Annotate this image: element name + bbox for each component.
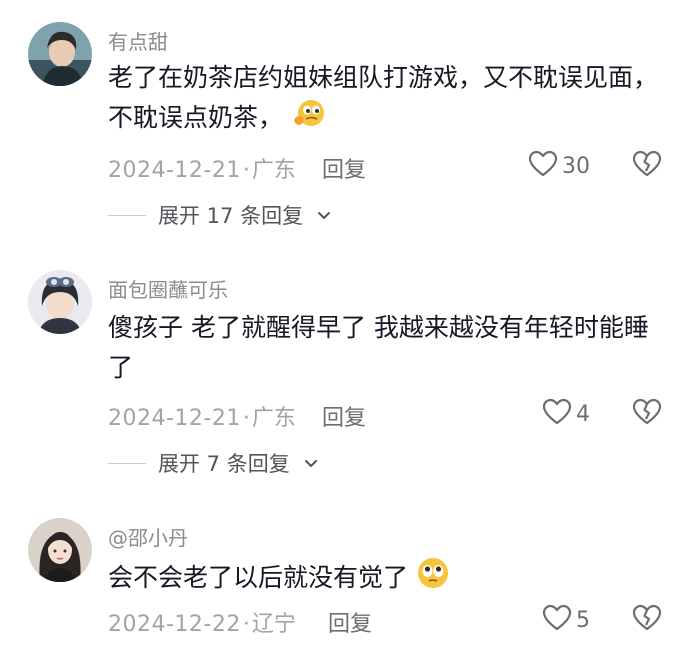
expand-divider bbox=[108, 214, 146, 216]
expand-replies[interactable]: 展开 17 条回复 bbox=[108, 200, 331, 230]
avatar[interactable] bbox=[28, 270, 92, 334]
thinking-face-emoji bbox=[291, 98, 327, 140]
comment-location: 广东 bbox=[251, 158, 296, 183]
comment-text: 会不会老了以后就没有觉了 bbox=[108, 556, 668, 602]
broken-heart-icon bbox=[632, 150, 662, 182]
comment-meta: 2024-12-21·广东 bbox=[108, 152, 296, 184]
comment-item: @邵小丹 会不会老了以后就没有觉了 2024-12-22·辽宁 回复 5 bbox=[0, 490, 690, 652]
like-button[interactable]: 4 bbox=[542, 398, 590, 430]
pleading-face-emoji bbox=[416, 556, 450, 602]
avatar[interactable] bbox=[28, 22, 92, 86]
like-button[interactable]: 5 bbox=[542, 604, 590, 636]
like-count: 30 bbox=[562, 153, 590, 179]
dislike-button[interactable] bbox=[632, 150, 662, 182]
broken-heart-icon bbox=[632, 398, 662, 430]
heart-icon bbox=[542, 398, 572, 430]
expand-divider bbox=[108, 462, 146, 464]
comment-date: 2024-12-21 bbox=[108, 406, 241, 431]
chevron-down-icon bbox=[304, 454, 318, 473]
heart-icon bbox=[542, 604, 572, 636]
username[interactable]: 有点甜 bbox=[108, 26, 168, 55]
expand-replies-label: 展开 7 条回复 bbox=[158, 452, 290, 476]
meta-separator: · bbox=[242, 406, 250, 431]
comment-text: 老了在奶茶店约姐妹组队打游戏，又不耽误见面，不耽误点奶茶， bbox=[108, 58, 668, 140]
comment-item: 面包圈蘸可乐 傻孩子 老了就醒得早了 我越来越没有年轻时能睡了 2024-12-… bbox=[0, 240, 690, 490]
avatar[interactable] bbox=[28, 518, 92, 582]
reply-button[interactable]: 回复 bbox=[328, 606, 372, 638]
broken-heart-icon bbox=[632, 604, 662, 636]
like-count: 5 bbox=[576, 607, 590, 633]
reply-button[interactable]: 回复 bbox=[322, 152, 366, 184]
heart-icon bbox=[528, 150, 558, 182]
dislike-button[interactable] bbox=[632, 604, 662, 636]
comment-text-body: 会不会老了以后就没有觉了 bbox=[108, 563, 409, 592]
meta-separator: · bbox=[242, 612, 250, 637]
comment-meta: 2024-12-21·广东 bbox=[108, 400, 296, 432]
comment-item: 有点甜 老了在奶茶店约姐妹组队打游戏，又不耽误见面，不耽误点奶茶， 2024-1… bbox=[0, 0, 690, 240]
like-count: 4 bbox=[576, 401, 590, 427]
comment-text-body: 老了在奶茶店约姐妹组队打游戏，又不耽误见面，不耽误点奶茶， bbox=[108, 63, 659, 132]
comment-location: 广东 bbox=[251, 406, 296, 431]
username[interactable]: @邵小丹 bbox=[108, 522, 188, 551]
like-button[interactable]: 30 bbox=[528, 150, 590, 182]
chevron-down-icon bbox=[317, 206, 331, 225]
reply-button[interactable]: 回复 bbox=[322, 400, 366, 432]
expand-replies[interactable]: 展开 7 条回复 bbox=[108, 448, 318, 478]
username[interactable]: 面包圈蘸可乐 bbox=[108, 274, 228, 303]
comment-meta: 2024-12-22·辽宁 bbox=[108, 606, 296, 638]
expand-replies-label: 展开 17 条回复 bbox=[158, 204, 304, 228]
comment-location: 辽宁 bbox=[251, 612, 296, 637]
comment-date: 2024-12-22 bbox=[108, 612, 241, 637]
dislike-button[interactable] bbox=[632, 398, 662, 430]
meta-separator: · bbox=[242, 158, 250, 183]
comment-text: 傻孩子 老了就醒得早了 我越来越没有年轻时能睡了 bbox=[108, 313, 649, 382]
comment-date: 2024-12-21 bbox=[108, 158, 241, 183]
